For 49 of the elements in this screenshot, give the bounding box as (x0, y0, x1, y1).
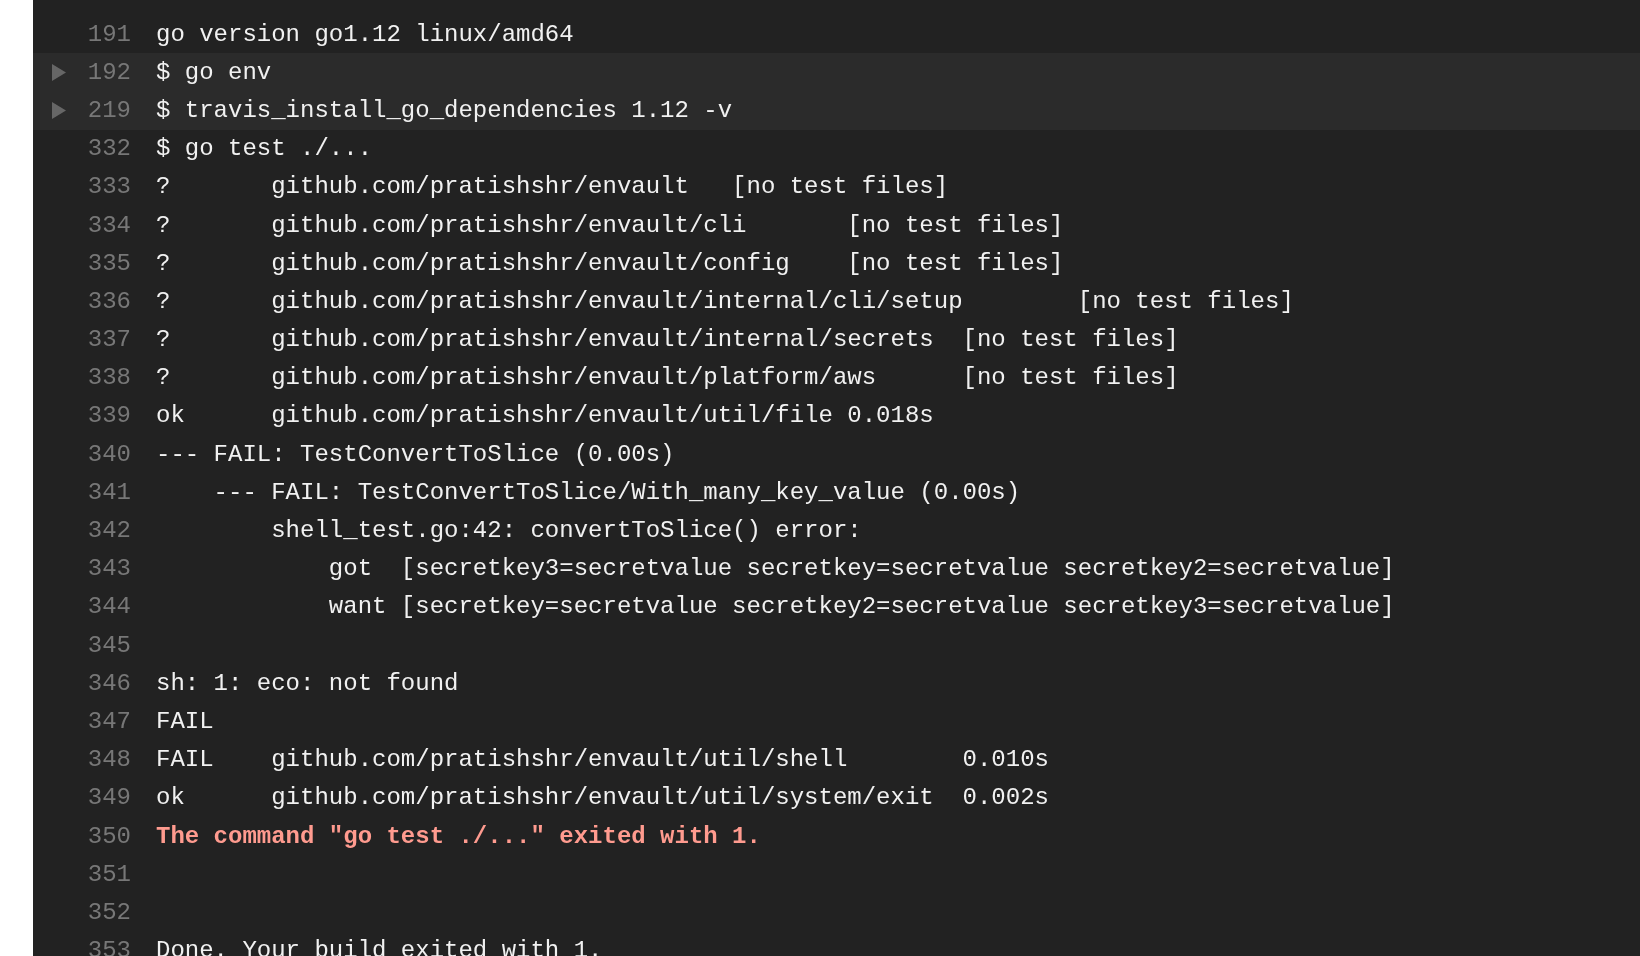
line-number: 338 (86, 364, 131, 392)
log-text: ? github.com/pratishshr/envault/platform/aws [no test files] (156, 364, 1179, 392)
line-number: 349 (86, 784, 131, 812)
line-number: 343 (86, 555, 131, 583)
log-text: $ go env (156, 58, 272, 86)
log-text: ok github.com/pratishshr/envault/util/file 0.018s (156, 402, 934, 430)
log-text: --- FAIL: TestConvertToSlice (0.00s) (156, 440, 675, 468)
log-text: shell_test.go:42: convertToSlice() error: (270, 517, 862, 545)
log-text: --- FAIL: TestConvertToSlice/With_many_key_value (0.00s) (212, 478, 1021, 506)
log-text: FAIL (156, 707, 214, 735)
line-number: 219 (86, 96, 131, 124)
line-number: 333 (86, 173, 131, 201)
log-text: sh: 1: eco: not found (156, 669, 459, 697)
line-number: 346 (86, 669, 131, 697)
line-number: 191 (86, 20, 131, 48)
line-number: 334 (86, 211, 131, 239)
expand-icon[interactable] (50, 101, 66, 119)
log-text: ? github.com/pratishshr/envault [no test files] (156, 173, 949, 201)
line-number: 351 (86, 860, 131, 888)
log-text: ? github.com/pratishshr/envault/cli [no test files] (156, 211, 1064, 239)
log-text: ? github.com/pratishshr/envault/internal/cli/setup [no test files] (156, 287, 1294, 315)
line-number: 337 (86, 326, 131, 354)
log-text: want [secretkey=secretvalue secretkey2=secretvalue secretkey3=secretvalue] (327, 593, 1395, 621)
line-number: 350 (86, 822, 131, 850)
line-number: 341 (86, 478, 131, 506)
log-text: ? github.com/pratishshr/envault/internal/secrets [no test files] (156, 326, 1179, 354)
expand-icon[interactable] (50, 63, 66, 81)
line-number: 340 (86, 440, 131, 468)
line-number: 348 (86, 746, 131, 774)
line-number: 347 (86, 707, 131, 735)
line-number: 336 (86, 287, 131, 315)
log-text: go version go1.12 linux/amd64 (156, 20, 574, 48)
error-message: The command "go test ./..." exited with 1. (156, 822, 761, 850)
log-text: FAIL github.com/pratishshr/envault/util/shell 0.010s (156, 746, 1049, 774)
log-text: ok github.com/pratishshr/envault/util/system/exit 0.002s (156, 784, 1049, 812)
line-number: 345 (86, 631, 131, 659)
line-number: 332 (86, 135, 131, 163)
line-number: 335 (86, 249, 131, 277)
line-number: 342 (86, 517, 131, 545)
log-text: got [secretkey3=secretvalue secretkey=secretvalue secretkey2=secretvalue] (327, 555, 1395, 583)
line-number: 192 (86, 58, 131, 86)
fold-row[interactable]: 219 $ travis_install_go_dependencies 1.12 -v (33, 91, 1640, 130)
line-number: 344 (86, 593, 131, 621)
log-text: $ go test ./... (156, 135, 373, 163)
log-text: $ travis_install_go_dependencies 1.12 -v (156, 96, 733, 124)
line-number: 352 (86, 898, 131, 926)
log-text: ? github.com/pratishshr/envault/config [no test files] (156, 249, 1064, 277)
fold-row[interactable]: 192 $ go env (33, 53, 1640, 92)
line-number: 339 (86, 402, 131, 430)
